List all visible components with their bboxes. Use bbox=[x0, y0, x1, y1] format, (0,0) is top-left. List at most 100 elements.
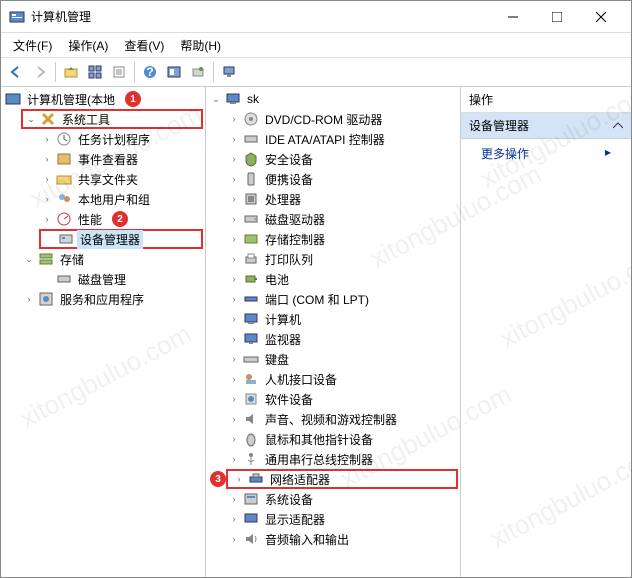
badge-2: 2 bbox=[112, 211, 128, 227]
device-hid[interactable]: › 人机接口设备 bbox=[226, 369, 458, 389]
menu-view[interactable]: 查看(V) bbox=[118, 35, 170, 56]
chevron-right-icon[interactable]: › bbox=[228, 233, 240, 245]
device-storageCtrl[interactable]: › 存储控制器 bbox=[226, 229, 458, 249]
chevron-right-icon[interactable]: › bbox=[228, 273, 240, 285]
chevron-right-icon[interactable]: › bbox=[233, 473, 245, 485]
left-panel: 计算机管理(本地 1 ⌄ 系统工具 ›任务计划程序 ›事件查看器 ›共享文 bbox=[1, 87, 206, 577]
tree-root[interactable]: 计算机管理(本地 1 bbox=[3, 89, 203, 109]
collapse-icon[interactable] bbox=[613, 121, 623, 131]
expander-icon[interactable]: ⌄ bbox=[23, 253, 35, 265]
chevron-right-icon[interactable]: › bbox=[228, 413, 240, 425]
tools-icon bbox=[40, 111, 56, 127]
chevron-right-icon[interactable]: › bbox=[228, 373, 240, 385]
main-area: 计算机管理(本地 1 ⌄ 系统工具 ›任务计划程序 ›事件查看器 ›共享文 bbox=[1, 87, 631, 577]
device-system[interactable]: › 系统设备 bbox=[226, 489, 458, 509]
chevron-right-icon[interactable]: › bbox=[228, 353, 240, 365]
chevron-right-icon[interactable]: › bbox=[228, 393, 240, 405]
chevron-right-icon[interactable]: › bbox=[228, 113, 240, 125]
tree-system-tools[interactable]: ⌄ 系统工具 bbox=[21, 109, 203, 129]
properties-button[interactable] bbox=[108, 61, 130, 83]
chevron-right-icon[interactable]: › bbox=[41, 133, 53, 145]
device-usb[interactable]: › 通用串行总线控制器 bbox=[226, 449, 458, 469]
menu-help[interactable]: 帮助(H) bbox=[174, 35, 227, 56]
tree-storage[interactable]: ⌄存储 bbox=[21, 249, 203, 269]
device-network[interactable]: 3 › 网络适配器 bbox=[226, 469, 458, 489]
expander-icon[interactable]: ⌄ bbox=[210, 93, 222, 105]
more-actions[interactable]: 更多操作 ▸ bbox=[461, 139, 631, 168]
cpu-icon bbox=[243, 191, 259, 207]
device-printQueue[interactable]: › 打印队列 bbox=[226, 249, 458, 269]
chevron-right-icon[interactable]: › bbox=[228, 513, 240, 525]
computer-icon bbox=[243, 311, 259, 327]
event-icon bbox=[56, 151, 72, 167]
device-root[interactable]: ⌄sk bbox=[208, 89, 458, 109]
device-software[interactable]: › 软件设备 bbox=[226, 389, 458, 409]
maximize-button[interactable] bbox=[535, 2, 579, 32]
expander-icon[interactable]: ⌄ bbox=[25, 113, 37, 125]
device-security[interactable]: › 安全设备 bbox=[226, 149, 458, 169]
tree-performance[interactable]: ›性能2 bbox=[39, 209, 203, 229]
tree-services[interactable]: ›服务和应用程序 bbox=[21, 289, 203, 309]
tree-device-manager[interactable]: 设备管理器 bbox=[39, 229, 203, 249]
computer-button[interactable] bbox=[218, 61, 240, 83]
device-tree[interactable]: ⌄sk › DVD/CD-ROM 驱动器 › IDE ATA/ATAPI 控制器… bbox=[208, 89, 458, 549]
device-ide[interactable]: › IDE ATA/ATAPI 控制器 bbox=[226, 129, 458, 149]
tree-local-users[interactable]: ›本地用户和组 bbox=[39, 189, 203, 209]
forward-button[interactable] bbox=[29, 61, 51, 83]
device-ports[interactable]: › 端口 (COM 和 LPT) bbox=[226, 289, 458, 309]
device-sound[interactable]: › 声音、视频和游戏控制器 bbox=[226, 409, 458, 429]
device-portable[interactable]: › 便携设备 bbox=[226, 169, 458, 189]
device-audio[interactable]: › 音频输入和输出 bbox=[226, 529, 458, 549]
menu-action[interactable]: 操作(A) bbox=[62, 35, 114, 56]
device-display[interactable]: › 显示适配器 bbox=[226, 509, 458, 529]
chevron-right-icon[interactable]: › bbox=[228, 493, 240, 505]
users-icon bbox=[56, 191, 72, 207]
chevron-right-icon[interactable]: › bbox=[41, 193, 53, 205]
menu-file[interactable]: 文件(F) bbox=[7, 35, 58, 56]
system-icon bbox=[243, 491, 259, 507]
chevron-right-icon[interactable]: › bbox=[41, 213, 53, 225]
chevron-right-icon[interactable]: › bbox=[23, 293, 35, 305]
chevron-right-icon[interactable]: › bbox=[228, 313, 240, 325]
window-title: 计算机管理 bbox=[31, 8, 491, 25]
chevron-right-icon[interactable]: › bbox=[228, 453, 240, 465]
actions-section[interactable]: 设备管理器 bbox=[461, 113, 631, 139]
chevron-right-icon[interactable]: › bbox=[228, 293, 240, 305]
tree-event-viewer[interactable]: ›事件查看器 bbox=[39, 149, 203, 169]
chevron-right-icon[interactable]: › bbox=[228, 153, 240, 165]
chevron-right-icon[interactable]: › bbox=[228, 193, 240, 205]
chevron-right-icon[interactable]: › bbox=[228, 173, 240, 185]
view-button[interactable] bbox=[84, 61, 106, 83]
show-hide-button[interactable] bbox=[163, 61, 185, 83]
chevron-right-icon[interactable]: › bbox=[41, 173, 53, 185]
chevron-right-icon[interactable]: › bbox=[228, 333, 240, 345]
tree-disk-mgmt[interactable]: 磁盘管理 bbox=[39, 269, 203, 289]
device-computer[interactable]: › 计算机 bbox=[226, 309, 458, 329]
device-battery[interactable]: › 电池 bbox=[226, 269, 458, 289]
chevron-right-icon[interactable]: › bbox=[228, 133, 240, 145]
device-keyboard[interactable]: › 键盘 bbox=[226, 349, 458, 369]
device-dvd[interactable]: › DVD/CD-ROM 驱动器 bbox=[226, 109, 458, 129]
help-button[interactable]: ? bbox=[139, 61, 161, 83]
minimize-button[interactable] bbox=[491, 2, 535, 32]
device-diskDrive[interactable]: › 磁盘驱动器 bbox=[226, 209, 458, 229]
device-cpu[interactable]: › 处理器 bbox=[226, 189, 458, 209]
software-icon bbox=[243, 391, 259, 407]
disk-icon bbox=[56, 271, 72, 287]
device-monitor[interactable]: › 监视器 bbox=[226, 329, 458, 349]
scan-button[interactable] bbox=[187, 61, 209, 83]
portable-icon bbox=[243, 171, 259, 187]
console-tree[interactable]: 计算机管理(本地 1 ⌄ 系统工具 ›任务计划程序 ›事件查看器 ›共享文 bbox=[3, 89, 203, 309]
chevron-right-icon[interactable]: › bbox=[228, 533, 240, 545]
tree-shared-folders[interactable]: ›共享文件夹 bbox=[39, 169, 203, 189]
close-button[interactable] bbox=[579, 2, 623, 32]
chevron-right-icon[interactable]: › bbox=[228, 433, 240, 445]
display-icon bbox=[243, 511, 259, 527]
chevron-right-icon[interactable]: › bbox=[228, 253, 240, 265]
tree-task-scheduler[interactable]: ›任务计划程序 bbox=[39, 129, 203, 149]
chevron-right-icon[interactable]: › bbox=[41, 153, 53, 165]
up-button[interactable] bbox=[60, 61, 82, 83]
chevron-right-icon[interactable]: › bbox=[228, 213, 240, 225]
back-button[interactable] bbox=[5, 61, 27, 83]
device-mouse[interactable]: › 鼠标和其他指针设备 bbox=[226, 429, 458, 449]
